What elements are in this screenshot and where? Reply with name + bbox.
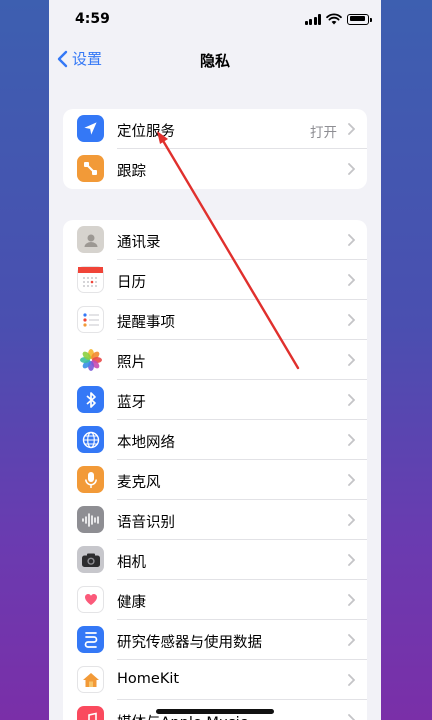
chevron-right-icon: [348, 434, 355, 446]
chevron-right-icon: [348, 163, 355, 175]
contacts-icon: [77, 226, 104, 253]
chevron-right-icon: [348, 354, 355, 366]
home-icon: [77, 666, 104, 693]
status-bar: 4:59: [49, 0, 381, 40]
location-arrow-icon: [77, 115, 104, 142]
tracking-icon: [77, 155, 104, 182]
row-reminders[interactable]: 提醒事项: [63, 300, 367, 340]
chevron-right-icon: [348, 234, 355, 246]
row-bluetooth[interactable]: 蓝牙: [63, 380, 367, 420]
row-location-services[interactable]: 定位服务 打开: [63, 109, 367, 149]
settings-group-permissions: 通讯录 日历 提醒事项 照片 蓝牙 本地网络 麦克风 语音识别 相机 健康 研究…: [63, 220, 367, 720]
chevron-right-icon: [348, 394, 355, 406]
microphone-icon: [77, 466, 104, 493]
chevron-right-icon: [348, 314, 355, 326]
waveform-icon: [77, 506, 104, 533]
globe-icon: [77, 426, 104, 453]
health-heart-icon: [77, 586, 104, 613]
row-health[interactable]: 健康: [63, 580, 367, 620]
chevron-right-icon: [348, 714, 355, 720]
bluetooth-icon: [77, 386, 104, 413]
row-research-sensor-data[interactable]: 研究传感器与使用数据: [63, 620, 367, 660]
chevron-right-icon: [348, 594, 355, 606]
photos-icon: [77, 346, 104, 373]
row-speech-recognition[interactable]: 语音识别: [63, 500, 367, 540]
row-homekit[interactable]: HomeKit: [63, 660, 367, 700]
settings-group-location: 定位服务 打开 跟踪: [63, 109, 367, 189]
battery-icon: [347, 13, 372, 25]
page-title: 隐私: [199, 52, 230, 70]
home-indicator: [156, 709, 274, 714]
chevron-right-icon: [348, 123, 355, 135]
row-contacts[interactable]: 通讯录: [63, 220, 367, 260]
camera-icon: [77, 546, 104, 573]
cellular-signal-icon: [304, 13, 321, 25]
row-local-network[interactable]: 本地网络: [63, 420, 367, 460]
row-photos[interactable]: 照片: [63, 340, 367, 380]
chevron-right-icon: [348, 514, 355, 526]
chevron-right-icon: [348, 274, 355, 286]
row-tracking[interactable]: 跟踪: [63, 149, 367, 189]
row-microphone[interactable]: 麦克风: [63, 460, 367, 500]
calendar-icon: [77, 266, 104, 293]
research-icon: [77, 626, 104, 653]
reminders-icon: [77, 306, 104, 333]
chevron-right-icon: [348, 474, 355, 486]
row-calendar[interactable]: 日历: [63, 260, 367, 300]
row-camera[interactable]: 相机: [63, 540, 367, 580]
phone-screen: 4:59 设置 隐私 定位服务 打开 跟踪 通讯录 日历 提醒事项 照片 蓝牙 …: [49, 0, 381, 720]
wifi-icon: [326, 13, 342, 25]
chevron-right-icon: [348, 554, 355, 566]
music-icon: [77, 706, 104, 720]
status-time: 4:59: [75, 11, 110, 27]
location-status: 打开: [310, 125, 337, 141]
chevron-right-icon: [348, 674, 355, 686]
navigation-bar: 设置 隐私: [49, 40, 381, 80]
chevron-right-icon: [348, 634, 355, 646]
